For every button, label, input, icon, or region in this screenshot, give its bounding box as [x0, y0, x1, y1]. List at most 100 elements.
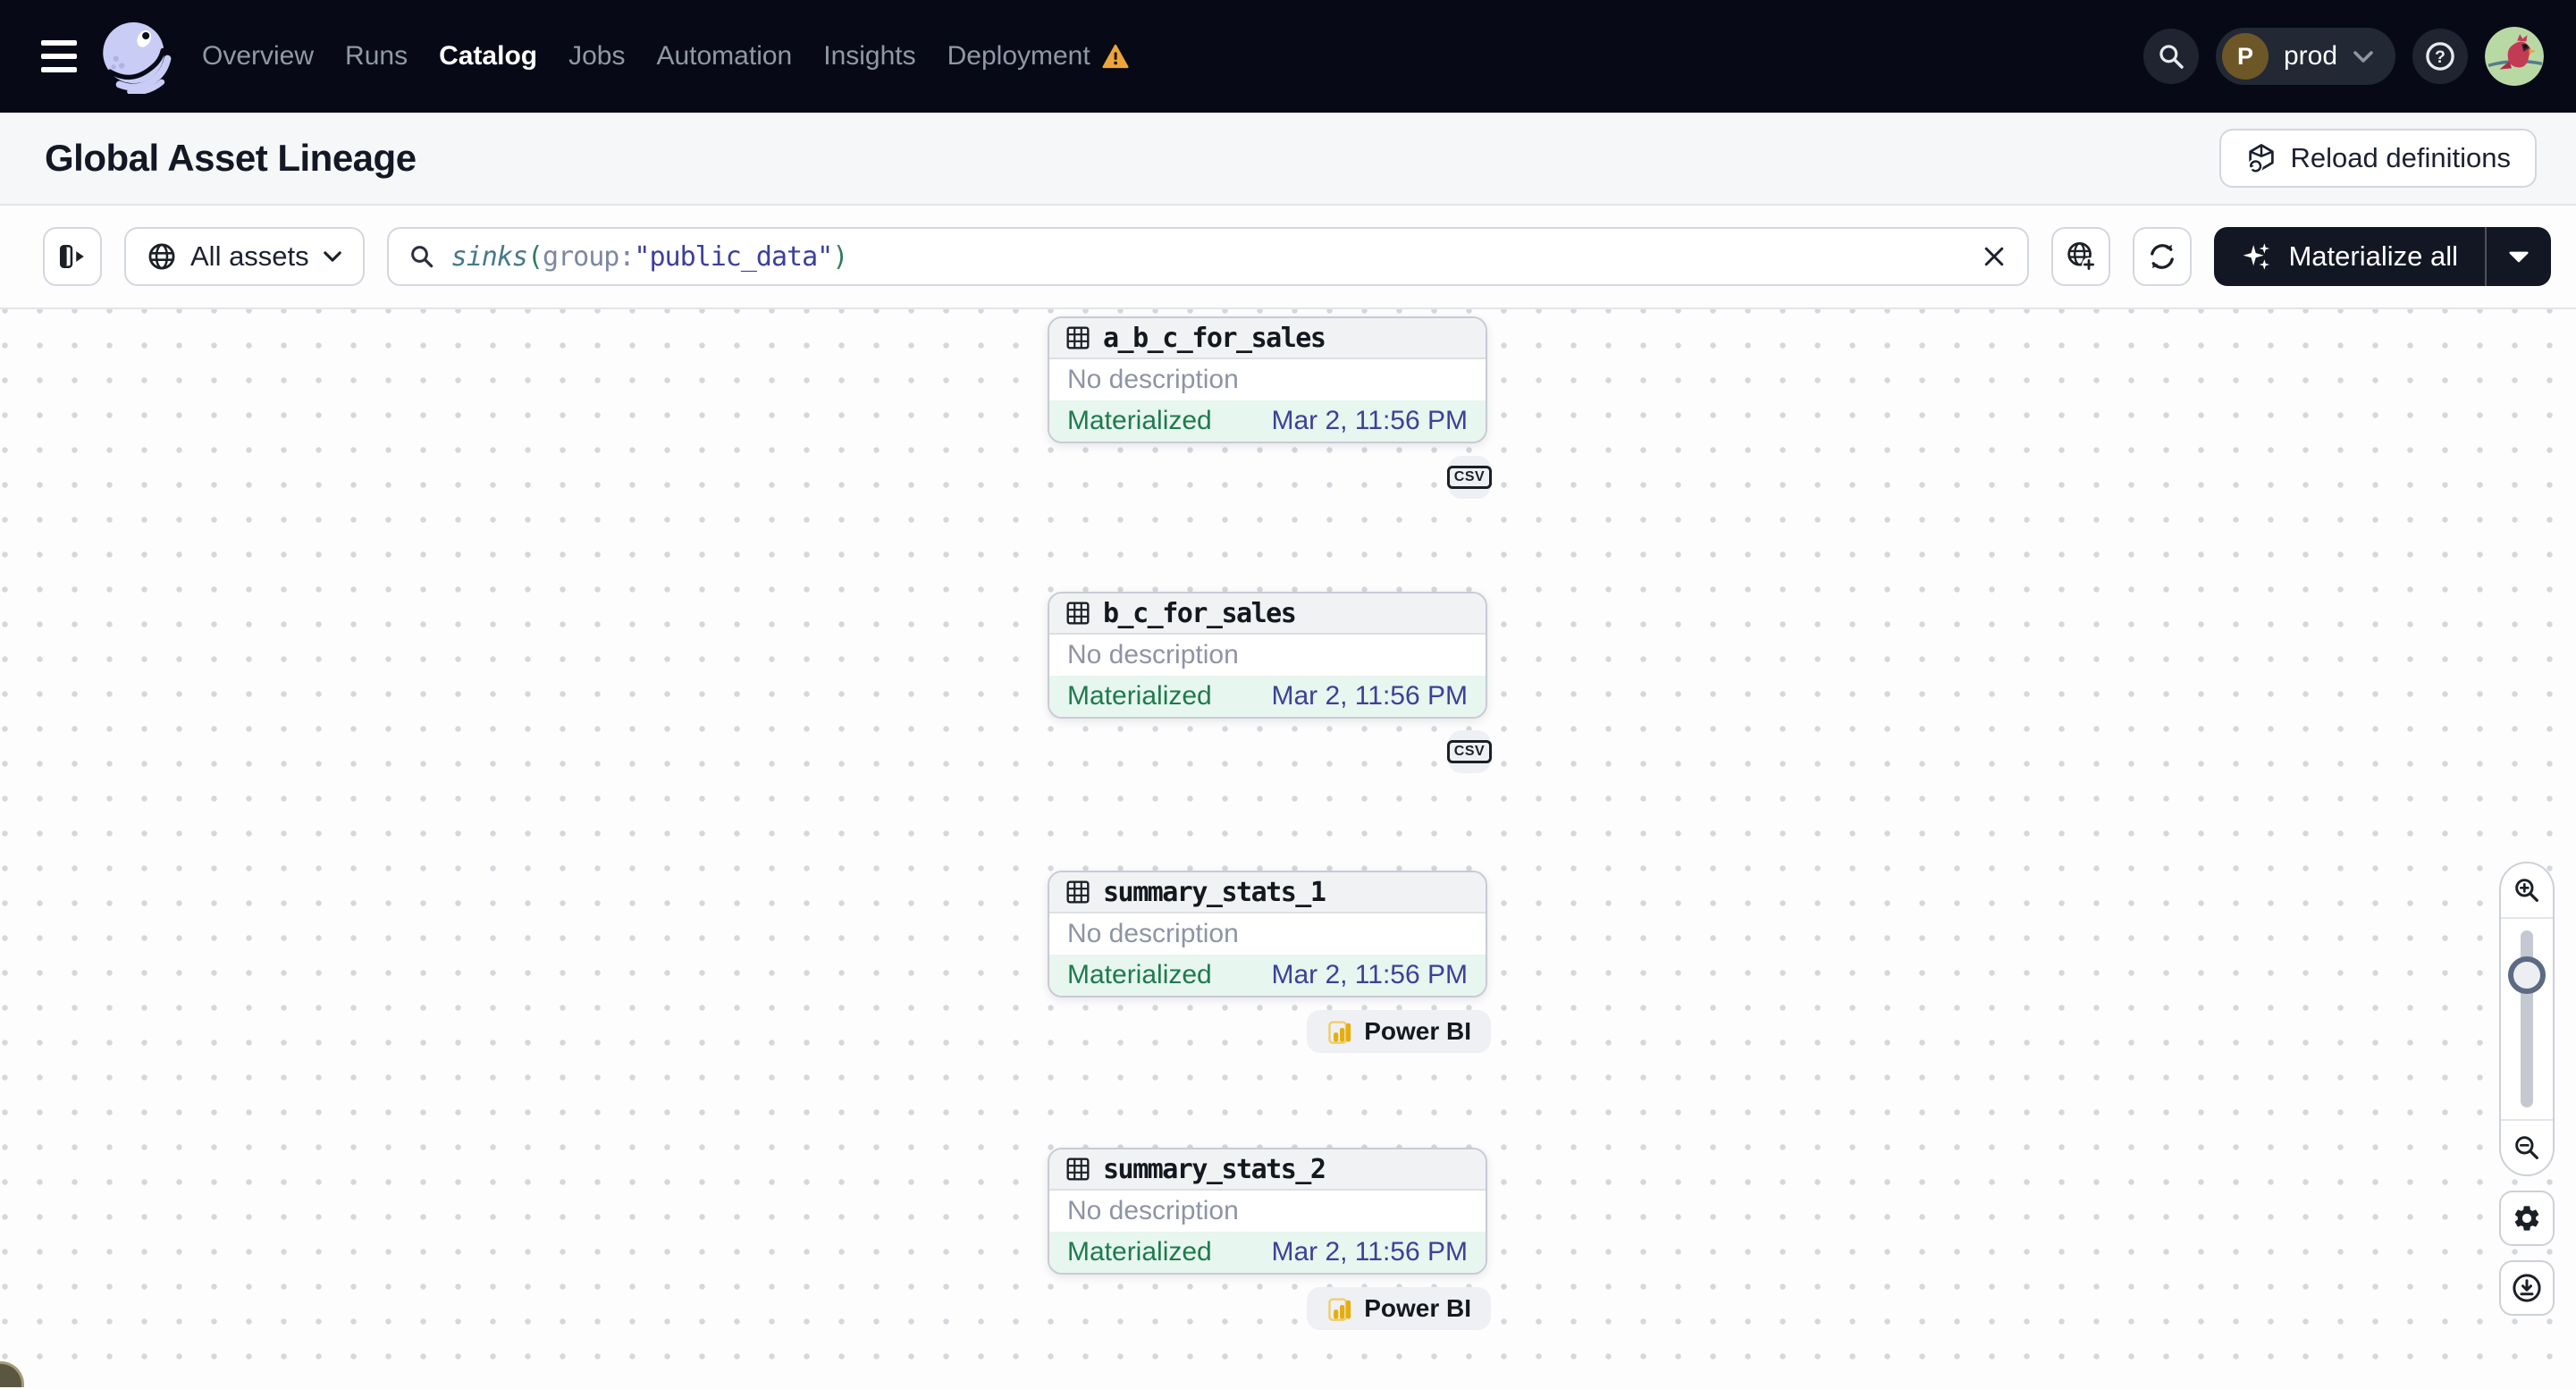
- refresh-icon: [2151, 244, 2175, 269]
- materialize-all-label: Materialize all: [2288, 240, 2458, 272]
- cardinal-avatar-image: [2485, 27, 2544, 86]
- nav-item-label: Deployment: [947, 41, 1090, 71]
- asset-description: No description: [1067, 919, 1239, 948]
- status-badge: Materialized: [1067, 960, 1212, 989]
- asset-status-bar: Materialized Mar 2, 11:56 PM: [1049, 1232, 1486, 1273]
- nav-item-deployment[interactable]: Deployment: [947, 41, 1129, 72]
- help-button[interactable]: ?: [2412, 29, 2468, 84]
- nav-item-jobs[interactable]: Jobs: [568, 41, 625, 72]
- asset-node-a_b_c_for_sales[interactable]: a_b_c_for_sales No description Materiali…: [1048, 316, 1487, 443]
- zoom-in-button[interactable]: [2501, 863, 2553, 919]
- panel-toggle-icon: [59, 245, 84, 268]
- table-icon: [1066, 326, 1090, 349]
- globe-plus-icon: [2067, 241, 2097, 272]
- asset-scope-label: All assets: [190, 240, 309, 272]
- primary-nav: Overview Runs Catalog Jobs Automation In…: [202, 41, 1129, 72]
- asset-name: b_c_for_sales: [1103, 597, 1297, 629]
- asset-status-bar: Materialized Mar 2, 11:56 PM: [1049, 676, 1486, 717]
- nav-item-catalog[interactable]: Catalog: [439, 41, 537, 72]
- nav-item-automation[interactable]: Automation: [656, 41, 792, 72]
- powerbi-icon: [1328, 1298, 1351, 1321]
- download-graph-button[interactable]: [2499, 1260, 2555, 1316]
- kind-tag-powerbi[interactable]: Power BI: [1307, 1287, 1491, 1330]
- svg-text:?: ?: [2435, 47, 2446, 67]
- gear-icon: [2514, 1206, 2539, 1231]
- powerbi-label: Power BI: [1364, 1294, 1471, 1322]
- clear-query-button[interactable]: [1981, 243, 2008, 270]
- zoom-out-icon: [2515, 1136, 2538, 1159]
- kind-tag-csv[interactable]: CSV: [1446, 456, 1493, 499]
- status-badge: Materialized: [1067, 681, 1212, 711]
- lineage-canvas[interactable]: a_b_c_for_sales No description Materiali…: [0, 309, 2576, 1387]
- asset-node-header: summary_stats_1: [1049, 872, 1486, 913]
- top-nav: Overview Runs Catalog Jobs Automation In…: [0, 0, 2576, 113]
- graph-settings-button[interactable]: [2499, 1191, 2555, 1246]
- query-key: group: [543, 240, 619, 273]
- nav-item-overview[interactable]: Overview: [202, 41, 314, 72]
- table-icon: [1066, 880, 1090, 904]
- asset-scope-dropdown[interactable]: All assets: [124, 227, 365, 286]
- nav-item-insights[interactable]: Insights: [823, 41, 915, 72]
- query-colon: :: [619, 240, 635, 273]
- caret-down-icon: [2509, 251, 2529, 262]
- zoom-out-button[interactable]: [2501, 1119, 2553, 1174]
- open-side-panel-button[interactable]: [43, 227, 102, 286]
- materialize-all-button[interactable]: Materialize all: [2214, 227, 2485, 286]
- question-icon: ?: [2426, 42, 2454, 71]
- download-icon: [2513, 1274, 2541, 1302]
- hamburger-menu-icon[interactable]: [41, 40, 77, 72]
- chevron-down-icon: [2353, 50, 2373, 63]
- asset-description: No description: [1067, 365, 1239, 394]
- reload-definitions-label: Reload definitions: [2290, 142, 2511, 173]
- global-search-button[interactable]: [2142, 29, 2199, 84]
- search-icon: [410, 246, 433, 268]
- warning-icon: [1102, 44, 1129, 69]
- page-header: Global Asset Lineage Reload definitions: [0, 113, 2576, 206]
- asset-description: No description: [1067, 1196, 1239, 1225]
- zoom-slider-thumb[interactable]: [2508, 956, 2546, 994]
- materialization-timestamp[interactable]: Mar 2, 11:56 PM: [1271, 1237, 1468, 1267]
- user-avatar[interactable]: [2485, 27, 2544, 86]
- zoom-control: [2499, 862, 2555, 1176]
- environment-avatar: P: [2221, 33, 2269, 80]
- asset-query-text: sinks(group:"public_data"): [451, 241, 1966, 273]
- materialize-options-button[interactable]: [2487, 227, 2551, 286]
- csv-badge: CSV: [1446, 466, 1493, 489]
- lineage-toolbar: All assets sinks(group:"public_data") Ma…: [0, 206, 2576, 309]
- globe-icon: [148, 243, 175, 270]
- query-function: sinks: [450, 240, 528, 273]
- nav-item-runs[interactable]: Runs: [345, 41, 408, 72]
- query-open-paren: (: [526, 240, 543, 273]
- asset-name: a_b_c_for_sales: [1103, 322, 1326, 354]
- refresh-graph-button[interactable]: [2133, 227, 2193, 286]
- asset-status-bar: Materialized Mar 2, 11:56 PM: [1049, 955, 1486, 996]
- chevron-down-icon: [323, 251, 341, 262]
- asset-name: summary_stats_1: [1103, 876, 1326, 908]
- minimap[interactable]: [0, 1361, 24, 1387]
- environment-switcher[interactable]: P prod: [2215, 28, 2395, 85]
- environment-name: prod: [2283, 41, 2337, 71]
- zoom-slider[interactable]: [2501, 919, 2553, 1119]
- search-icon: [2159, 45, 2184, 69]
- table-icon: [1066, 1158, 1090, 1181]
- query-close-paren: ): [832, 240, 848, 273]
- kind-tag-powerbi[interactable]: Power BI: [1307, 1010, 1491, 1053]
- nav-right-cluster: P prod ?: [2142, 27, 2544, 86]
- status-badge: Materialized: [1067, 406, 1212, 435]
- add-to-selection-button[interactable]: [2051, 227, 2111, 286]
- sparkles-icon: [2243, 243, 2270, 270]
- kind-tag-csv[interactable]: CSV: [1446, 730, 1493, 773]
- asset-node-summary_stats_2[interactable]: summary_stats_2 No description Materiali…: [1048, 1148, 1487, 1275]
- status-badge: Materialized: [1067, 1237, 1212, 1267]
- materialization-timestamp[interactable]: Mar 2, 11:56 PM: [1271, 960, 1468, 990]
- asset-node-header: summary_stats_2: [1049, 1149, 1486, 1191]
- asset-status-bar: Materialized Mar 2, 11:56 PM: [1049, 400, 1486, 442]
- reload-definitions-button[interactable]: Reload definitions: [2218, 129, 2537, 188]
- asset-node-summary_stats_1[interactable]: summary_stats_1 No description Materiali…: [1048, 871, 1487, 998]
- asset-node-b_c_for_sales[interactable]: b_c_for_sales No description Materialize…: [1048, 592, 1487, 719]
- materialization-timestamp[interactable]: Mar 2, 11:56 PM: [1271, 406, 1468, 436]
- materialization-timestamp[interactable]: Mar 2, 11:56 PM: [1271, 681, 1468, 711]
- powerbi-icon: [1328, 1021, 1351, 1044]
- asset-query-input[interactable]: sinks(group:"public_data"): [386, 227, 2030, 286]
- materialize-all-split-button: Materialize all: [2214, 227, 2551, 286]
